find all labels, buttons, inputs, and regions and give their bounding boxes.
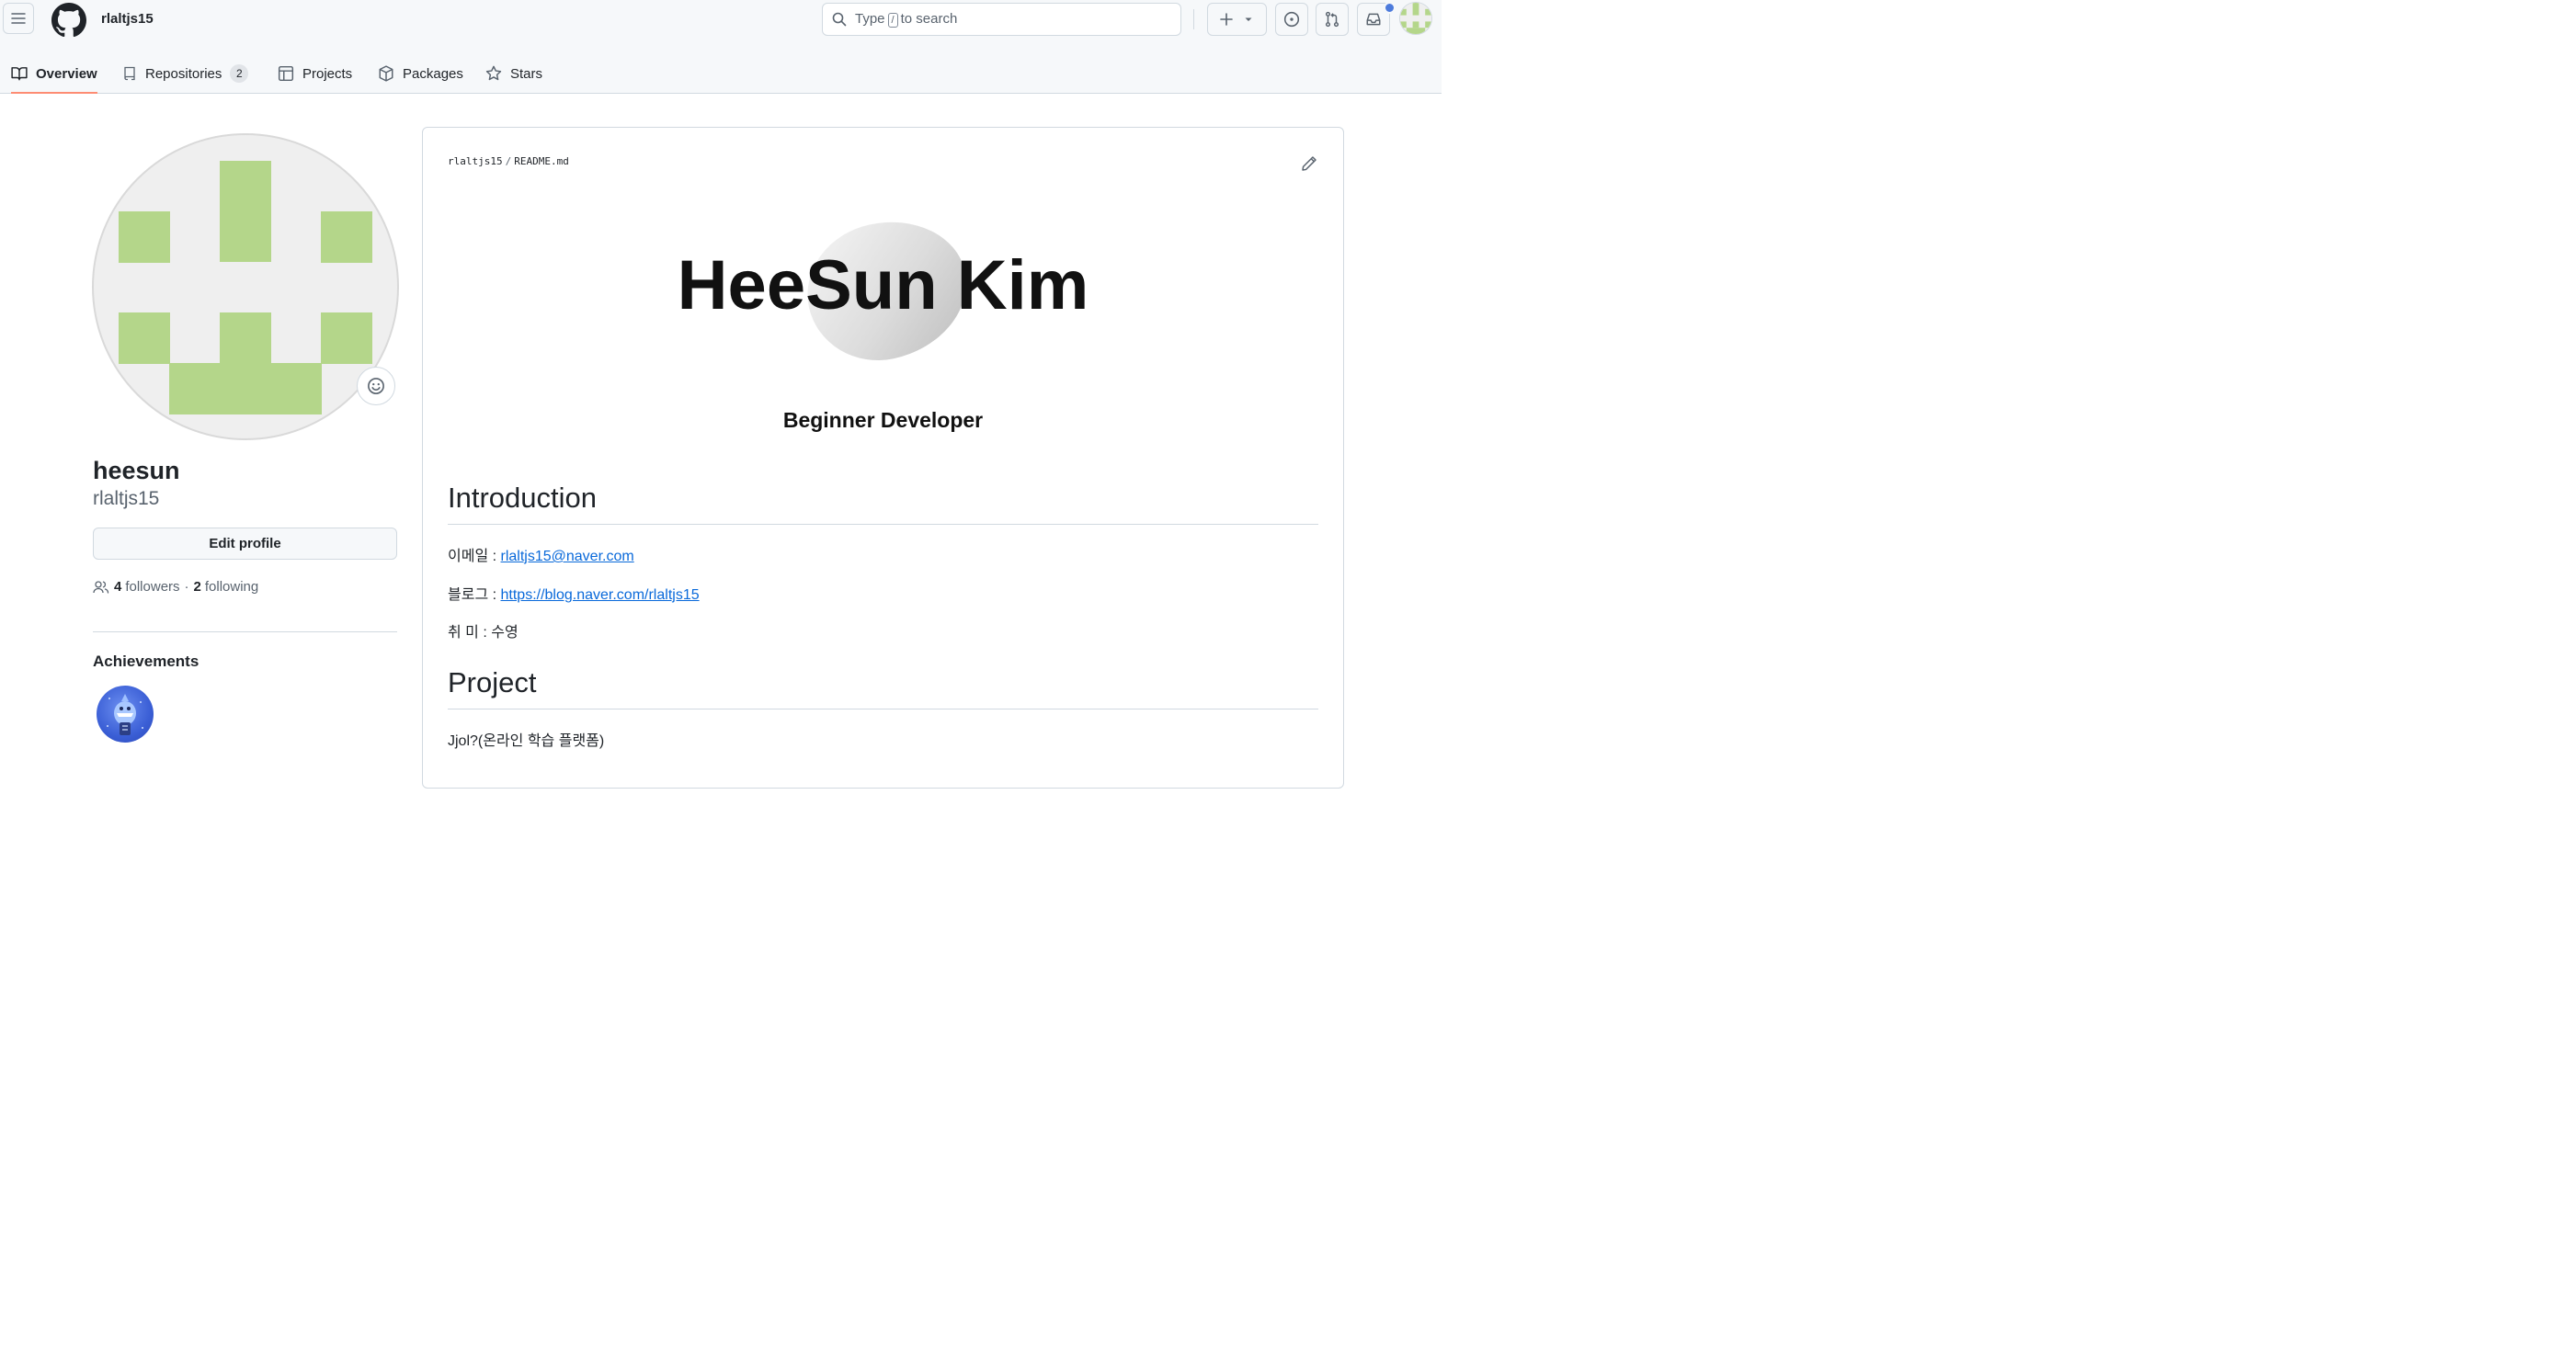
tab-packages[interactable]: Packages: [378, 53, 463, 94]
identicon-small-icon: [1400, 3, 1431, 34]
git-pull-request-icon: [1325, 11, 1339, 28]
tab-repositories-label: Repositories: [145, 65, 222, 82]
breadcrumb: rlaltjs15/README.md: [448, 155, 569, 167]
issue-opened-icon: [1283, 11, 1300, 28]
menu-button[interactable]: [3, 3, 34, 34]
people-icon: [93, 580, 109, 594]
edit-profile-button[interactable]: Edit profile: [93, 528, 397, 560]
context-user-link[interactable]: rlaltjs15: [101, 11, 154, 27]
triangle-down-icon: [1245, 17, 1251, 21]
following-link[interactable]: 2 following: [194, 579, 259, 595]
hamburger-icon: [11, 13, 26, 24]
notification-dot: [1384, 2, 1396, 14]
stats-separator: ·: [184, 579, 189, 595]
email-line: 이메일 : rlaltjs15@naver.com: [448, 549, 634, 564]
tab-stars-label: Stars: [510, 65, 543, 82]
avatar[interactable]: [92, 133, 399, 440]
divider: [1193, 9, 1194, 29]
project-item: Jjol?(온라인 학습 플랫폼): [448, 733, 605, 749]
hobby-line: 취 미 : 수영: [448, 625, 519, 641]
tab-repositories[interactable]: Repositories 2: [122, 53, 249, 94]
search-icon: [832, 12, 847, 27]
top-header: rlaltjs15 Type / to search Overview Reposi…: [0, 0, 1442, 94]
repositories-count: 2: [230, 64, 249, 83]
achievement-badge[interactable]: [97, 686, 154, 743]
shark-icon: [107, 694, 143, 735]
issues-button[interactable]: [1275, 3, 1308, 36]
project-heading: Project: [448, 666, 537, 698]
tab-packages-label: Packages: [403, 65, 463, 82]
profile-name: heesun: [93, 457, 180, 484]
follow-stats: 4 followers · 2 following: [93, 579, 258, 595]
tab-projects-label: Projects: [302, 65, 353, 82]
table-icon: [278, 65, 294, 82]
star-icon: [485, 65, 502, 81]
tab-stars[interactable]: Stars: [485, 53, 542, 94]
package-icon: [379, 65, 393, 82]
readme-card: rlaltjs15/README.md HeeSun Kim Beginner …: [422, 127, 1344, 789]
profile-avatar-container: [92, 133, 399, 440]
search-placeholder: Type / to search: [855, 11, 958, 28]
profile-login: rlaltjs15: [93, 488, 160, 509]
readme-owner-link[interactable]: rlaltjs15: [448, 155, 503, 167]
user-avatar[interactable]: [1399, 2, 1432, 35]
smiley-icon: [368, 378, 384, 394]
tab-projects[interactable]: Projects: [278, 53, 352, 94]
book-icon: [11, 67, 28, 81]
create-new-button[interactable]: [1207, 3, 1267, 36]
readme-file-link[interactable]: README.md: [514, 155, 569, 167]
blog-link[interactable]: https://blog.naver.com/rlaltjs15: [501, 587, 700, 603]
pencil-icon[interactable]: [1301, 155, 1317, 172]
github-logo-icon[interactable]: [51, 3, 86, 38]
achievements-heading[interactable]: Achievements: [93, 653, 199, 671]
pull-requests-button[interactable]: [1316, 3, 1349, 36]
intro-heading: Introduction: [448, 482, 597, 514]
tab-overview[interactable]: Overview: [11, 53, 97, 94]
slash-key-hint: /: [887, 13, 898, 28]
followers-link[interactable]: 4 followers: [114, 579, 180, 595]
email-link[interactable]: rlaltjs15@naver.com: [501, 549, 634, 564]
divider: [448, 524, 1318, 525]
readme-title: HeeSun Kim: [677, 246, 1089, 324]
set-status-button[interactable]: [357, 367, 395, 405]
plus-icon: [1219, 13, 1233, 26]
inbox-icon: [1366, 13, 1381, 26]
search-input[interactable]: Type / to search: [822, 3, 1181, 36]
blog-line: 블로그 : https://blog.naver.com/rlaltjs15: [448, 587, 700, 603]
divider: [93, 631, 397, 632]
readme-subtitle: Beginner Developer: [782, 408, 984, 432]
repo-icon: [124, 66, 135, 81]
tab-overview-label: Overview: [36, 65, 97, 82]
identicon-icon: [119, 161, 372, 414]
